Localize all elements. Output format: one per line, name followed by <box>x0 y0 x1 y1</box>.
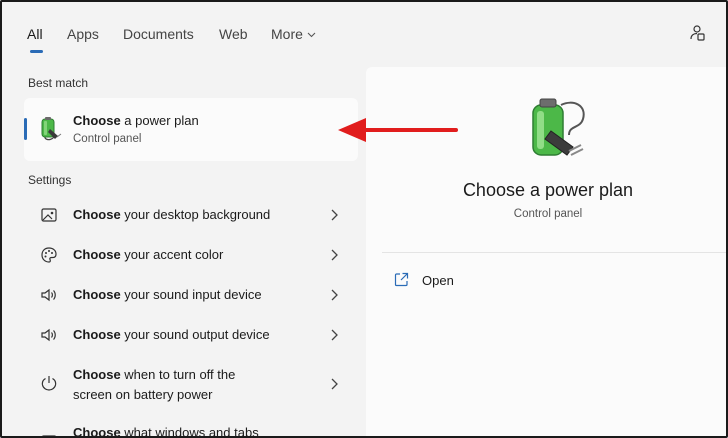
chevron-down-icon <box>307 32 316 38</box>
chevron-right-icon <box>331 209 338 221</box>
setting-label-line2: screen on battery power <box>73 387 213 402</box>
account-switch-icon[interactable] <box>688 24 706 42</box>
setting-accent-color[interactable]: Choose your accent color <box>24 235 358 275</box>
setting-label-bold: Choose <box>73 367 121 382</box>
tab-apps[interactable]: Apps <box>67 26 99 42</box>
setting-label-rest: your sound output device <box>120 327 270 342</box>
divider <box>382 252 726 253</box>
tab-more[interactable]: More <box>271 26 316 42</box>
active-tab-indicator <box>30 50 43 53</box>
best-match-title-bold: Choose <box>73 113 121 128</box>
detail-title: Choose a power plan <box>462 180 634 200</box>
setting-desktop-background[interactable]: Choose your desktop background <box>24 195 358 235</box>
palette-icon <box>41 247 57 263</box>
window-icon <box>42 435 56 436</box>
search-tabs: All Apps Documents Web More <box>2 2 726 64</box>
setting-label-rest: your desktop background <box>120 207 271 222</box>
best-match-heading: Best match <box>28 76 89 90</box>
setting-label: Choose your desktop background <box>73 205 270 225</box>
setting-label-bold: Choose <box>73 247 121 262</box>
search-window: All Apps Documents Web More Best match C… <box>0 0 728 438</box>
tab-more-label: More <box>271 26 303 42</box>
picture-icon <box>41 208 57 222</box>
setting-label-bold: Choose <box>73 425 121 438</box>
chevron-right-icon <box>331 249 338 261</box>
setting-label: Choose your sound output device <box>73 325 270 345</box>
setting-label-bold: Choose <box>73 287 121 302</box>
setting-windows-tabs[interactable]: Choose what windows and tabs <box>24 415 358 438</box>
setting-sound-input[interactable]: Choose your sound input device <box>24 275 358 315</box>
settings-heading: Settings <box>28 173 72 187</box>
setting-label: Choose when to turn off the <box>73 365 235 385</box>
chevron-right-icon <box>331 289 338 301</box>
power-plan-icon <box>41 117 62 141</box>
setting-label: Choose what windows and tabs <box>73 423 259 438</box>
detail-subtitle: Control panel <box>513 208 583 220</box>
best-match-title-rest: a power plan <box>120 113 199 128</box>
annotation-arrow-icon <box>338 118 458 142</box>
setting-label: Choose your accent color <box>73 245 223 265</box>
setting-label-rest: your accent color <box>120 247 224 262</box>
speaker-icon <box>41 288 56 302</box>
tab-all[interactable]: All <box>27 26 43 42</box>
setting-label-bold: Choose <box>73 327 121 342</box>
power-plan-icon <box>532 98 585 156</box>
open-external-icon <box>394 272 409 287</box>
setting-label-rest: when to turn off the <box>120 367 236 382</box>
best-match-title: Choose a power plan <box>73 113 199 128</box>
setting-screen-off-battery[interactable]: Choose when to turn off the screen on ba… <box>24 355 358 411</box>
setting-label-bold: Choose <box>73 207 121 222</box>
selection-indicator <box>24 118 27 140</box>
open-label: Open <box>422 273 454 288</box>
chevron-right-icon <box>331 329 338 341</box>
best-match-result[interactable]: Choose a power plan Control panel <box>24 98 358 161</box>
tab-documents[interactable]: Documents <box>123 26 194 42</box>
chevron-right-icon <box>331 378 338 390</box>
setting-label: Choose your sound input device <box>73 285 262 305</box>
best-match-subtitle: Control panel <box>73 133 142 145</box>
setting-sound-output[interactable]: Choose your sound output device <box>24 315 358 355</box>
tab-web[interactable]: Web <box>219 26 248 42</box>
setting-label-rest: your sound input device <box>120 287 262 302</box>
setting-label-rest: what windows and tabs <box>120 425 259 438</box>
power-icon <box>41 376 57 391</box>
speaker-icon <box>41 328 56 342</box>
more-options-icon[interactable] <box>721 24 728 42</box>
